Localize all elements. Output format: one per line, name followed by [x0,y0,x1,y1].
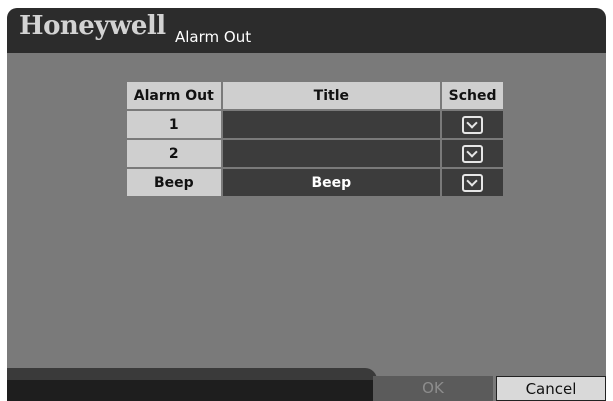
column-header-title: Title [222,82,441,109]
schedule-check-icon [462,144,484,163]
column-header-alarm-out: Alarm Out [127,82,221,109]
alarm-out-window: Honeywell Alarm Out Alarm Out Title Sche… [7,8,606,401]
footer-decoration-highlight [7,368,377,380]
table-row: Beep Beep [127,169,503,196]
table-row: 2 [127,140,503,167]
ok-button[interactable]: OK [373,376,493,401]
alarm-out-label: 1 [127,111,221,138]
sched-toggle[interactable] [442,169,503,196]
sched-toggle[interactable] [442,111,503,138]
schedule-check-icon [462,115,484,134]
schedule-check-icon [462,173,484,192]
brand-logo: Honeywell [19,11,166,41]
alarm-out-table: Alarm Out Title Sched 1 2 Beep Beep [125,80,505,198]
table-header-row: Alarm Out Title Sched [127,82,503,109]
title-field[interactable] [222,140,441,167]
table-row: 1 [127,111,503,138]
cancel-button[interactable]: Cancel [496,376,606,401]
sched-toggle[interactable] [442,140,503,167]
title-field[interactable] [222,111,441,138]
column-header-sched: Sched [442,82,503,109]
alarm-out-label: Beep [127,169,221,196]
title-bar: Honeywell Alarm Out [7,8,606,53]
page-title: Alarm Out [175,28,252,46]
title-field[interactable]: Beep [222,169,441,196]
alarm-out-label: 2 [127,140,221,167]
